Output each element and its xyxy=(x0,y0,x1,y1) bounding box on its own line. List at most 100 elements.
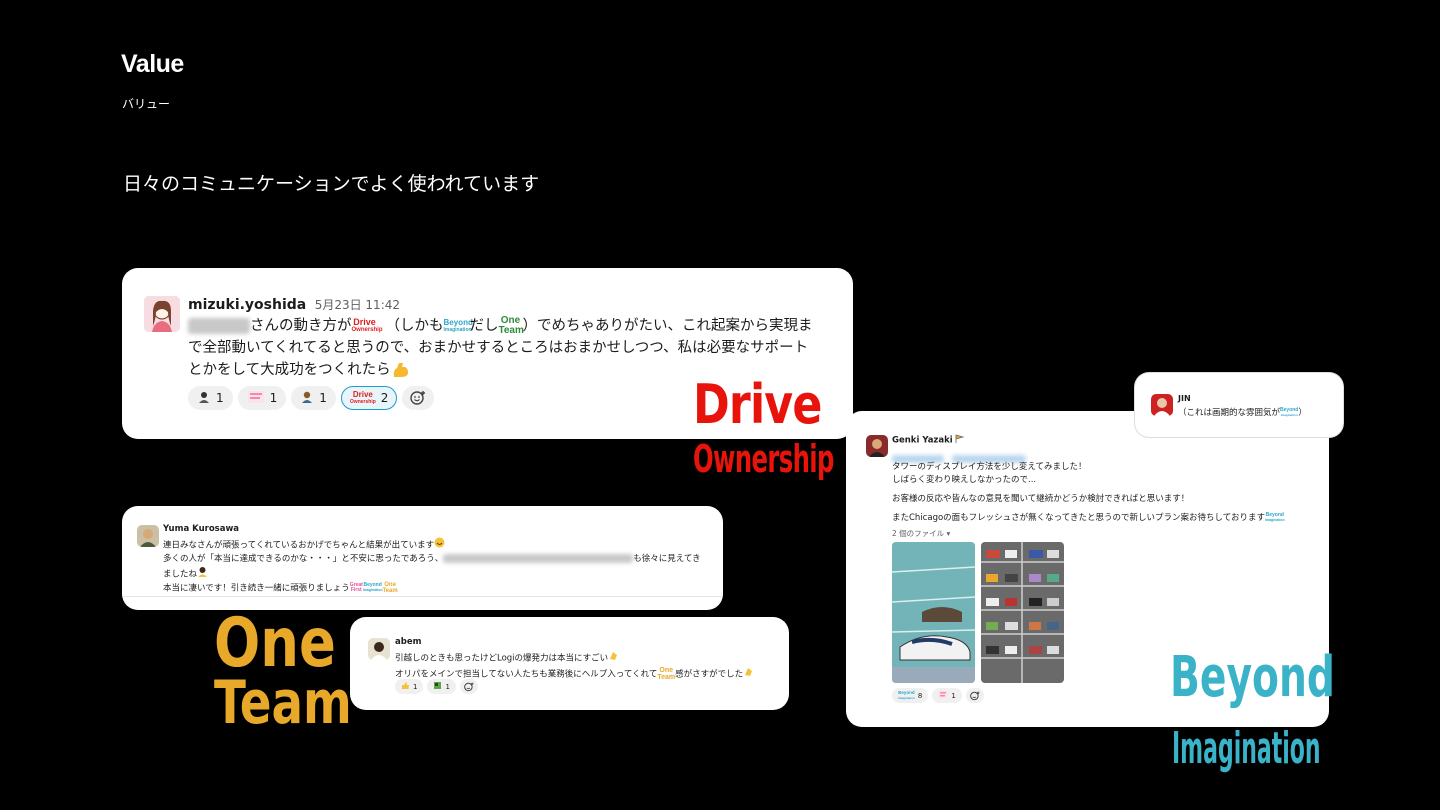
one-team-emoji: One Team xyxy=(657,667,675,681)
drive-ownership-icon: Drive Ownership xyxy=(349,391,376,406)
reaction-count: 1 xyxy=(269,391,278,405)
sneaker-shelf-image xyxy=(981,542,1064,683)
drive-ownership-emoji: Drive Ownership xyxy=(351,317,383,334)
username[interactable]: JIN xyxy=(1178,394,1191,403)
emoji-one-label: One xyxy=(659,667,674,674)
person-icon xyxy=(197,390,211,407)
reaction-bar: Beyond Imagination 8 1 xyxy=(892,688,984,703)
username[interactable]: Genki Yazaki xyxy=(892,436,953,446)
reaction-pill[interactable]: 1 xyxy=(932,688,962,703)
reaction-pill[interactable]: 1 xyxy=(395,679,424,694)
emoji-beyond-label: Beyond xyxy=(443,318,473,327)
text-segment: 多くの人が「本当に達成できるのかな・・・」と不安に思ったであろう、 xyxy=(163,554,444,564)
value-label-drive: Drive xyxy=(693,373,822,436)
reaction-pill[interactable]: 1 xyxy=(291,386,336,410)
emoji-imagination-label: Imagination xyxy=(1280,412,1298,417)
reaction-count: 1 xyxy=(951,691,956,700)
beyond-imagination-emoji: Beyond Imagination xyxy=(1264,511,1285,523)
reaction-pill[interactable]: 1 xyxy=(188,386,233,410)
beyond-imagination-emoji: Beyond Imagination xyxy=(363,583,383,593)
text-segment: ）でめちゃありがたい、これ起案から実現ま xyxy=(522,318,813,334)
text-segment: ） xyxy=(1298,408,1307,418)
username[interactable]: abem xyxy=(395,637,421,647)
beyond-imagination-icon: Beyond Imagination xyxy=(898,690,915,700)
text-segment: （しかも xyxy=(385,318,444,334)
reaction-bar: 1 1 1 Drive Ownership 2 xyxy=(188,386,435,410)
avatar[interactable] xyxy=(866,435,888,457)
reaction-count: 1 xyxy=(216,391,224,405)
person-dark-icon xyxy=(300,390,314,407)
text-segment: お客様の反応や皆んなの意見を聞いて継続かどうか検討できればと思います！ xyxy=(892,494,1190,504)
add-emoji-icon xyxy=(464,682,474,691)
avatar[interactable] xyxy=(1151,394,1173,416)
message-text: さんの動き方が Drive Ownership （しかも Beyond Imaginati… xyxy=(188,315,838,381)
value-label-team: Team xyxy=(214,668,352,738)
reaction-count: 1 xyxy=(413,682,418,691)
message-text: 引越しのときも思ったけどLogiの爆発力は本当にすごい オリパをメインで担当して… xyxy=(395,650,785,682)
page-subtitle: バリュー xyxy=(122,97,171,111)
timestamp[interactable]: 5月23日 11:42 xyxy=(315,298,400,312)
text-segment: ましたね xyxy=(163,569,198,580)
reaction-pill[interactable]: 1 xyxy=(237,386,287,410)
message-card-abem: abem 引越しのときも思ったけどLogiの爆発力は本当にすごい オリパをメイン… xyxy=(350,617,789,710)
add-reaction-button[interactable] xyxy=(402,386,435,410)
clap-icon xyxy=(743,666,754,682)
add-reaction-button[interactable] xyxy=(459,679,478,694)
user-avatar-icon xyxy=(866,435,888,457)
text-segment: オリパをメインで担当してない人たちも業務後にヘルプ入ってくれて xyxy=(395,669,658,680)
value-label-beyond: Beyond xyxy=(1170,645,1335,710)
reaction-pill-active[interactable]: Drive Ownership 2 xyxy=(340,386,398,410)
avatar[interactable] xyxy=(368,638,390,660)
emoji-beyond-label: Beyond xyxy=(1265,511,1284,518)
green-stamp-icon xyxy=(433,681,442,692)
divider xyxy=(122,596,723,597)
emoji-beyond-label: Beyond xyxy=(1280,406,1299,413)
caret-down-icon: ▾ xyxy=(946,529,951,538)
attachment-image[interactable] xyxy=(892,542,975,683)
username[interactable]: Yuma Kurosawa xyxy=(163,524,239,534)
avatar[interactable] xyxy=(137,525,159,547)
text-segment: 本当に凄いです！引き続き一緒に頑張りましょう xyxy=(163,583,350,594)
text-segment: しばらく変わり映えしなかったので... xyxy=(892,475,1037,485)
avatar[interactable] xyxy=(144,296,180,332)
reaction-pill[interactable]: 1 xyxy=(427,679,456,694)
blurred-text xyxy=(443,554,634,563)
beyond-imagination-emoji: Beyond Imagination xyxy=(443,318,473,334)
files-toggle[interactable]: 2 個のファイル ▾ xyxy=(892,528,950,539)
emoji-first-label: First xyxy=(350,587,362,593)
reaction-pill[interactable]: Beyond Imagination 8 xyxy=(892,688,929,703)
message-card-yuma: Yuma Kurosawa 連日みなさんが頑張ってくれているおかげでちゃんと結果… xyxy=(122,506,723,610)
text-segment: さんの動き方が xyxy=(250,318,352,334)
pink-stamp-icon xyxy=(247,390,265,407)
text-segment: とかをして大成功をつくれたら xyxy=(188,362,391,378)
reaction-count: 2 xyxy=(380,391,389,405)
text-segment: またChicagoの面もフレッシュさが無くなってきたと思うので新しいプラン案お待… xyxy=(892,513,1265,523)
user-avatar-icon xyxy=(1151,394,1173,416)
username[interactable]: mizuki.yoshida xyxy=(188,297,306,313)
attachment-image[interactable] xyxy=(981,542,1064,683)
emoji-imagination-label: Imagination xyxy=(443,327,472,333)
text-segment: タワーのディスプレイ方法を少し変えてみました！ xyxy=(892,462,1087,472)
great-first-emoji: Great First xyxy=(350,583,363,593)
emoji-ownership-label: Ownership xyxy=(351,327,383,333)
user-avatar-icon xyxy=(368,638,390,660)
one-team-emoji: One Team xyxy=(499,316,524,336)
emoji-imagination-label: Imagination xyxy=(1264,517,1285,522)
emoji-ownership-label: Ownership xyxy=(349,399,376,405)
emoji-imagination-label: Imagination xyxy=(898,695,915,700)
sneaker-display-image xyxy=(892,542,975,683)
flag-icon xyxy=(955,434,965,446)
emoji-imagination-label: Imagination xyxy=(362,588,383,592)
message-text: タワーのディスプレイ方法を少し変えてみました！ しばらく変わり映えしなかったので… xyxy=(892,461,1322,525)
reaction-count: 1 xyxy=(319,391,327,405)
pink-stamp-icon xyxy=(938,690,948,701)
emoji-drive-label: Drive xyxy=(353,317,376,327)
thumbs-up-icon xyxy=(401,681,410,692)
emoji-team-label: Team xyxy=(657,674,676,681)
add-reaction-button[interactable] xyxy=(965,688,984,703)
text-segment: （これは画期的な雰囲気が xyxy=(1178,408,1281,418)
one-team-emoji: One Team xyxy=(382,582,397,594)
reaction-bar: 1 1 xyxy=(395,679,478,694)
message-card-jin: JIN （これは画期的な雰囲気が Beyond Imagination） xyxy=(1135,373,1343,437)
emoji-beyond-label: Beyond xyxy=(898,690,915,695)
